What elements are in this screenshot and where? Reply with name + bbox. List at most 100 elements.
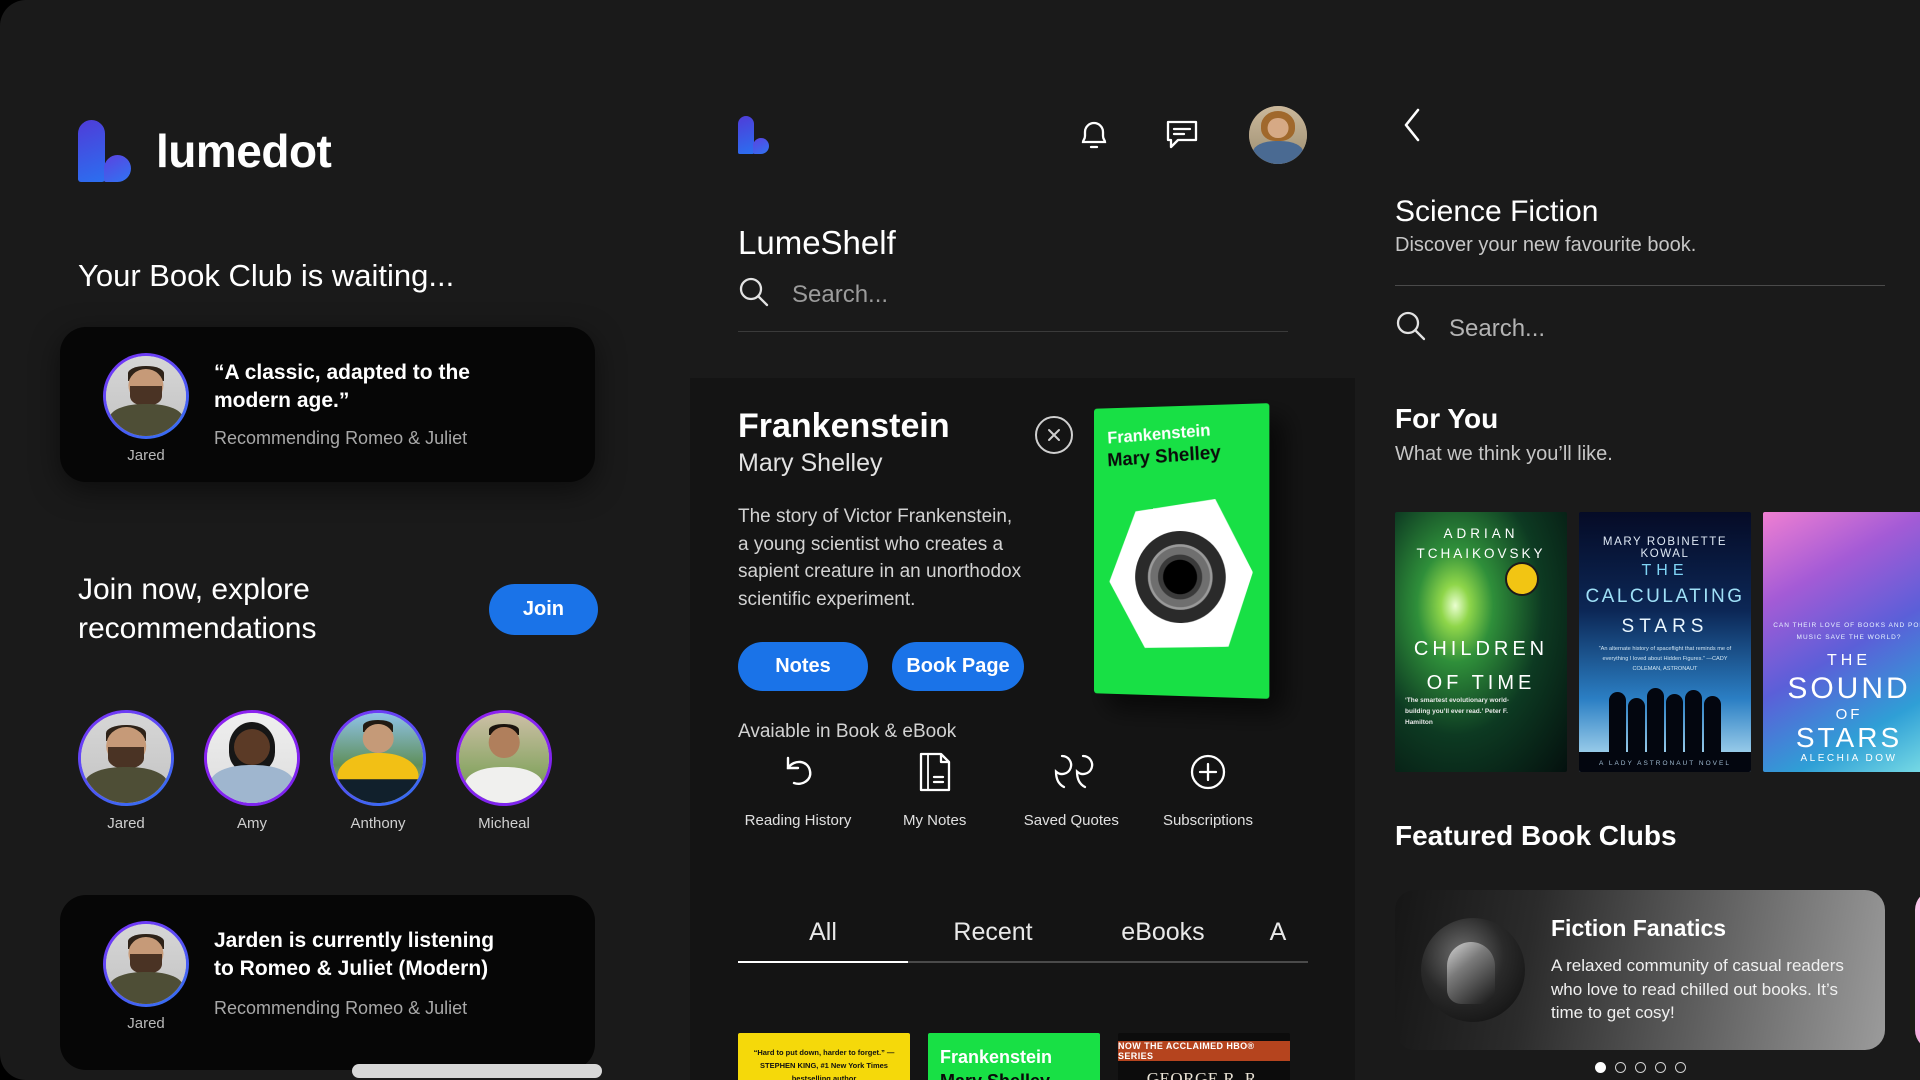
avatar <box>103 353 189 439</box>
featured-clubs-title: Featured Book Clubs <box>1395 820 1677 851</box>
listening-avatar-block: Jared <box>88 921 204 1032</box>
page-title: LumeShelf <box>738 224 896 261</box>
cover-blurb: ‘The smartest evolutionary world-buildin… <box>1405 696 1510 726</box>
cover-caption: CAN THEIR LOVE OF BOOKS AND POP MUSIC SA… <box>1773 622 1920 642</box>
cover-series: A LADY ASTRONAUT NOVEL <box>1599 760 1731 767</box>
award-medal-icon <box>1505 562 1539 596</box>
member-jared[interactable]: Jared <box>78 710 174 832</box>
tab-label: A <box>1269 918 1287 946</box>
tab-recent[interactable]: Recent <box>908 918 1078 963</box>
shelf-book-band: NOW THE ACCLAIMED HBO® SERIES <box>1118 1041 1290 1061</box>
shelf-row: “Hard to put down, harder to forget.” —S… <box>738 1033 1290 1080</box>
join-button[interactable]: Join <box>488 583 598 635</box>
carousel-dot[interactable] <box>1635 1062 1646 1073</box>
quick-action-label: Subscriptions <box>1162 812 1253 829</box>
carousel-dot[interactable] <box>1675 1062 1686 1073</box>
carousel-dot[interactable] <box>1595 1062 1606 1073</box>
chat-icon[interactable] <box>1161 114 1203 156</box>
shelf-book-title: Frankenstein <box>940 1047 1053 1067</box>
shelf-book-frankenstein[interactable]: Frankenstein Mary Shelley <box>928 1033 1100 1080</box>
listening-progress-bar[interactable] <box>352 1064 602 1078</box>
featured-club-card[interactable]: Fiction Fanatics A relaxed community of … <box>1395 890 1885 1050</box>
search-input-placeholder[interactable]: Search... <box>792 281 888 309</box>
book-availability: Avaiable in Book & eBook <box>738 720 957 742</box>
listening-title: Jarden is currently listening to Romeo &… <box>214 929 495 981</box>
search-bar[interactable]: Search... <box>738 276 1288 332</box>
book-cover-sound-of-stars[interactable]: CAN THEIR LOVE OF BOOKS AND POP MUSIC SA… <box>1763 512 1920 772</box>
club-name: Fiction Fanatics <box>1551 914 1727 941</box>
member-name: Anthony <box>350 815 406 832</box>
quote-marks-icon <box>1011 746 1131 798</box>
genre-subtitle: Discover your new favourite book. <box>1395 234 1697 256</box>
right-panel: Science Fiction Discover your new favour… <box>1355 0 1920 1080</box>
bell-icon[interactable] <box>1073 114 1115 156</box>
middle-top-section: LumeShelf Search... <box>690 0 1355 378</box>
genre-search-bar[interactable]: Search... <box>1395 310 1545 347</box>
member-micheal[interactable]: Micheal <box>456 710 552 832</box>
shelf-book-hbo[interactable]: NOW THE ACCLAIMED HBO® SERIES GEORGE R. … <box>1118 1033 1290 1080</box>
for-you-title: For You <box>1395 403 1499 434</box>
quick-action-subscriptions[interactable]: Subscriptions <box>1148 746 1268 829</box>
app-screen: lumedot Your Book Club is waiting... Jar… <box>0 0 1920 1080</box>
silhouettes-graphic <box>1593 674 1737 754</box>
cover-author-line2: TCHAIKOVSKY <box>1416 546 1546 561</box>
club-description: A relaxed community of casual readers wh… <box>1551 955 1844 1023</box>
quick-action-my-notes[interactable]: My Notes <box>875 746 995 829</box>
cover-title-line2: SOUND <box>1787 672 1911 705</box>
book-cover-calculating-stars[interactable]: MARY ROBINETTE KOWAL THE CALCULATING STA… <box>1579 512 1751 772</box>
left-panel: lumedot Your Book Club is waiting... Jar… <box>0 0 690 1080</box>
carousel-dot[interactable] <box>1655 1062 1666 1073</box>
member-name: Jared <box>107 815 145 832</box>
search-icon <box>1395 310 1427 347</box>
member-amy[interactable]: Amy <box>204 710 300 832</box>
for-you-subtitle: What we think you’ll like. <box>1395 443 1613 465</box>
book-cover-large[interactable]: Frankenstein Mary Shelley <box>1094 403 1270 699</box>
search-icon <box>738 276 770 313</box>
recommendation-quote-card[interactable]: Jared “A classic, adapted to the modern … <box>60 327 595 482</box>
cover-title-line1: CHILDREN <box>1413 638 1549 660</box>
tab-all[interactable]: All <box>738 918 908 963</box>
tab-next[interactable]: A <box>1248 918 1308 963</box>
quick-action-reading-history[interactable]: Reading History <box>738 746 858 829</box>
quick-action-label: Reading History <box>744 812 852 829</box>
quote-text: “A classic, adapted to the modern age.” <box>214 361 470 412</box>
left-headline: Your Book Club is waiting... <box>78 258 455 293</box>
book-description: The story of Victor Frankenstein, a youn… <box>738 506 1022 611</box>
search-input-placeholder[interactable]: Search... <box>1449 315 1545 343</box>
book-page-button[interactable]: Book Page <box>892 641 1024 691</box>
book-cover-children-of-time[interactable]: ADRIAN TCHAIKOVSKY CHILDREN OF TIME ‘The… <box>1395 512 1567 772</box>
member-name: Amy <box>237 815 267 832</box>
shelf-book-author: Mary Shelley <box>940 1071 1050 1080</box>
cover-title-line4: STARS <box>1795 722 1903 753</box>
now-listening-card[interactable]: Jared Jarden is currently listening to R… <box>60 895 602 1078</box>
user-avatar[interactable] <box>1249 106 1307 164</box>
listening-subtext: Recommending Romeo & Juliet <box>214 997 468 1018</box>
genre-title: Science Fiction <box>1395 195 1599 228</box>
close-icon[interactable] <box>1035 416 1073 454</box>
cover-title-line2: OF TIME <box>1426 672 1536 694</box>
featured-club-card-next[interactable] <box>1915 890 1920 1050</box>
quote-body: “A classic, adapted to the modern age.” … <box>204 353 514 449</box>
shelf-book-author: GEORGE R. R. MARTIN <box>1146 1069 1262 1080</box>
tab-ebooks[interactable]: eBooks <box>1078 918 1248 963</box>
quote-subtext: Recommending Romeo & Juliet <box>214 428 468 449</box>
shelf-book-text: “Hard to put down, harder to forget.” —S… <box>753 1048 895 1080</box>
member-avatar-strip: Jared Amy Anthony Micheal <box>78 710 552 832</box>
avatar <box>103 921 189 1007</box>
cover-title-line1: THE <box>1827 652 1871 669</box>
quick-action-saved-quotes[interactable]: Saved Quotes <box>1011 746 1131 829</box>
carousel-dot[interactable] <box>1615 1062 1626 1073</box>
member-anthony[interactable]: Anthony <box>330 710 426 832</box>
lumedot-logo-icon[interactable] <box>738 116 769 154</box>
brand-logo[interactable]: lumedot <box>78 120 332 182</box>
shelf-book-quote-cover[interactable]: “Hard to put down, harder to forget.” —S… <box>738 1033 910 1080</box>
cover-author-line1: ADRIAN <box>1443 526 1519 541</box>
back-chevron-icon[interactable] <box>1393 105 1433 145</box>
join-section: Join now, explore recommendations Join <box>78 570 598 648</box>
cover-title-line1: THE <box>1641 562 1689 579</box>
quote-avatar-block: Jared <box>88 353 204 464</box>
cover-quote: “An alternate history of spaceflight tha… <box>1598 646 1732 673</box>
cover-title-line3: STARS <box>1621 616 1709 637</box>
carousel-dots <box>1595 1062 1686 1073</box>
notes-button[interactable]: Notes <box>738 641 868 691</box>
